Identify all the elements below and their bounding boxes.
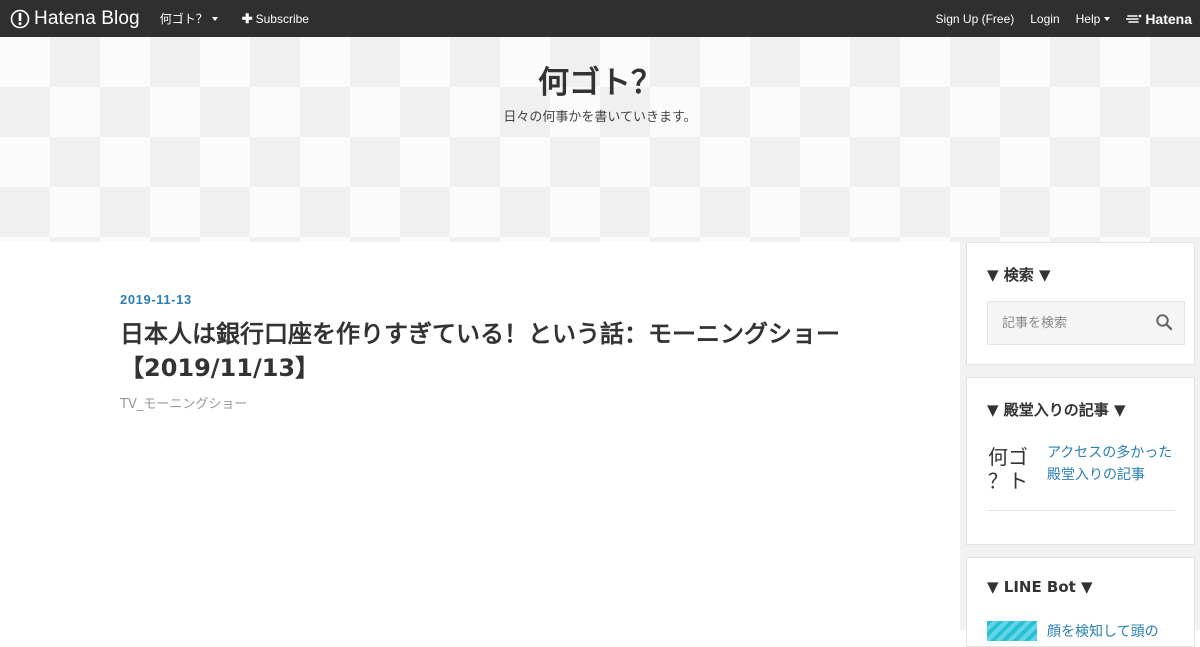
hall-of-fame-title: ▼ 殿堂入りの記事 ▼ xyxy=(987,401,1126,419)
entry-date[interactable]: 2019-11-13 xyxy=(120,292,192,307)
plus-icon: ✚ xyxy=(241,10,253,26)
global-header-bar: Hatena Blog 何ゴト？ ✚ Subscribe Sign Up (Fr… xyxy=(0,0,1200,37)
blog-menu-dropdown[interactable]: 何ゴト？ xyxy=(160,10,218,27)
hall-of-fame-module: ▼ 殿堂入りの記事 ▼ 何ゴ ？ト アクセスの多かった殿堂入りの記事 xyxy=(966,377,1195,545)
search-module-title: ▼ 検索 ▼ xyxy=(987,266,1051,284)
main-content: 2019-11-13 日本人は銀行口座を作りすぎている！という話：モーニングショ… xyxy=(0,242,960,630)
module-divider xyxy=(987,510,1175,511)
entry-category-link[interactable]: TV_モーニングショー xyxy=(120,393,247,412)
hatena-wordmark: Hatena xyxy=(1145,10,1192,27)
line-bot-title: ▼ LINE Bot ▼ xyxy=(987,578,1093,596)
blog-header: 何ゴト？ 日々の何事かを書いていきます。 xyxy=(0,37,1200,242)
brand-name: Hatena Blog xyxy=(34,7,140,29)
hatena-mark-icon xyxy=(1126,14,1142,23)
help-label: Help xyxy=(1075,11,1101,26)
caret-down-icon xyxy=(1104,16,1111,21)
login-link[interactable]: Login xyxy=(1030,12,1059,26)
entry-title[interactable]: 日本人は銀行口座を作りすぎている！という話：モーニングショー【2019/11/1… xyxy=(120,317,840,385)
hall-of-fame-thumb-line1: 何ゴ xyxy=(988,445,1028,469)
search-box xyxy=(987,301,1185,345)
line-bot-thumbnail[interactable] xyxy=(987,621,1037,641)
hall-of-fame-link[interactable]: アクセスの多かった殿堂入りの記事 xyxy=(1047,442,1177,486)
blog-description: 日々の何事かを書いていきます。 xyxy=(503,110,697,125)
search-module: ▼ 検索 ▼ xyxy=(966,242,1195,365)
hall-of-fame-thumb-line2: ？ト xyxy=(988,469,1028,492)
subscribe-label: Subscribe xyxy=(255,11,309,26)
hatena-logo-link[interactable]: Hatena xyxy=(1126,11,1192,27)
help-menu[interactable]: Help xyxy=(1076,12,1111,26)
blog-menu-label: 何ゴト？ xyxy=(159,12,208,26)
hatena-blog-brand[interactable]: Hatena Blog xyxy=(10,0,140,37)
search-input[interactable] xyxy=(988,302,1148,344)
signup-link[interactable]: Sign Up (Free) xyxy=(936,12,1015,26)
search-icon xyxy=(1156,314,1173,331)
caret-down-icon xyxy=(211,16,218,21)
hatena-blog-logo-icon xyxy=(10,9,30,29)
blog-title[interactable]: 何ゴト？ xyxy=(0,57,1200,102)
hall-of-fame-thumbnail[interactable]: 何ゴ ？ト xyxy=(987,442,1039,492)
line-bot-module: ▼ LINE Bot ▼ 顔を検知して頭の xyxy=(966,557,1195,647)
global-nav-right: Sign Up (Free) Login Help Hatena xyxy=(920,0,1200,37)
line-bot-link[interactable]: 顔を検知して頭の xyxy=(1047,621,1177,643)
subscribe-button[interactable]: ✚ Subscribe xyxy=(242,11,309,27)
search-button[interactable] xyxy=(1154,313,1174,333)
